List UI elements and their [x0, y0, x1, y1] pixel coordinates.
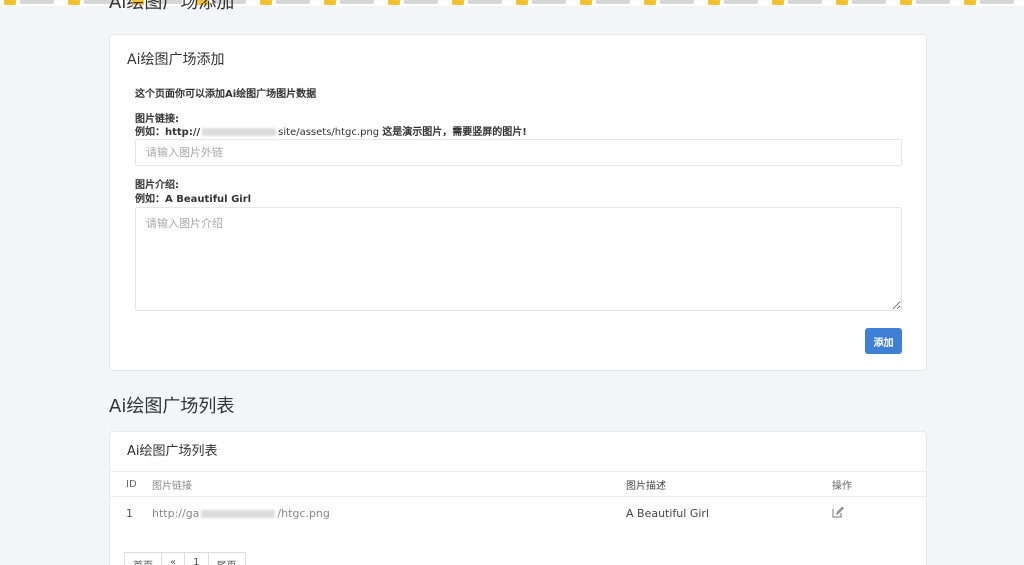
- folder-icon: [4, 0, 16, 5]
- image-table: ID 图片链接 图片描述 操作 1 http://ga/htgc.png A B…: [110, 473, 926, 530]
- table-header-row: ID 图片链接 图片描述 操作: [110, 473, 926, 497]
- redacted-text: [201, 509, 276, 518]
- bookmark-item[interactable]: [580, 0, 630, 6]
- column-header-url: 图片链接: [152, 473, 626, 497]
- redacted-text: [202, 128, 277, 136]
- list-card: Ai绘图广场列表 ID 图片链接 图片描述 操作 1 http://ga/htg…: [109, 431, 927, 565]
- url-example-prefix: 例如：http://: [135, 127, 201, 138]
- pagination-page-1[interactable]: 1: [184, 552, 209, 565]
- image-intro-textarea[interactable]: [135, 207, 902, 311]
- folder-icon: [260, 0, 272, 5]
- add-description: 这个页面你可以添加Ai绘图广场图片数据: [135, 89, 317, 100]
- bookmark-item[interactable]: [324, 0, 374, 6]
- folder-icon: [68, 0, 80, 5]
- cell-url-suffix: /htgc.png: [277, 506, 330, 520]
- list-section-title: Ai绘图广场列表: [109, 396, 235, 417]
- table-row: 1 http://ga/htgc.png A Beautiful Girl: [110, 496, 926, 530]
- bookmark-item[interactable]: [900, 0, 950, 6]
- pagination-first[interactable]: 首页: [124, 552, 162, 565]
- edit-icon[interactable]: [832, 506, 844, 518]
- add-card-header: Ai绘图广场添加: [127, 52, 225, 68]
- bookmark-item[interactable]: [772, 0, 822, 6]
- folder-icon: [836, 0, 848, 5]
- url-example-suffix: site/assets/htgc.png: [278, 127, 380, 138]
- bookmark-item[interactable]: [964, 0, 1014, 6]
- bookmark-item[interactable]: [4, 0, 54, 6]
- bookmark-item[interactable]: [516, 0, 566, 6]
- column-header-desc: 图片描述: [626, 473, 832, 497]
- folder-icon: [580, 0, 592, 5]
- bookmark-item[interactable]: [708, 0, 758, 6]
- folder-icon: [388, 0, 400, 5]
- pagination-last[interactable]: 尾页: [207, 552, 246, 565]
- list-card-header: Ai绘图广场列表: [110, 432, 926, 472]
- bookmark-item[interactable]: [452, 0, 502, 6]
- column-header-actions: 操作: [832, 473, 926, 497]
- bookmark-item[interactable]: [260, 0, 310, 6]
- folder-icon: [708, 0, 720, 5]
- folder-icon: [964, 0, 976, 5]
- bookmark-item[interactable]: [836, 0, 886, 6]
- page-section-title-add: Ai绘图广场添加: [109, 0, 235, 13]
- cell-actions: [832, 496, 926, 530]
- intro-example: 例如：A Beautiful Girl: [135, 194, 252, 205]
- url-example: 例如：http:// site/assets/htgc.png 这是演示图片，需要…: [135, 123, 527, 138]
- folder-icon: [452, 0, 464, 5]
- pagination: 首页 « 1 尾页: [124, 552, 246, 565]
- folder-icon: [772, 0, 784, 5]
- column-header-id: ID: [110, 473, 152, 497]
- folder-icon: [324, 0, 336, 5]
- pagination-prev[interactable]: «: [161, 552, 186, 565]
- cell-url-prefix: http://ga: [152, 506, 200, 520]
- cell-url: http://ga/htgc.png: [152, 496, 626, 530]
- folder-icon: [900, 0, 912, 5]
- cell-id: 1: [126, 506, 133, 520]
- bookmark-item[interactable]: [644, 0, 694, 6]
- folder-icon: [644, 0, 656, 5]
- bookmark-item[interactable]: [388, 0, 438, 6]
- url-example-note: 这是演示图片，需要竖屏的图片!: [382, 127, 527, 138]
- intro-label: 图片介绍:: [135, 180, 179, 191]
- add-button[interactable]: 添加: [865, 328, 902, 354]
- image-url-input[interactable]: [135, 139, 902, 166]
- cell-desc: A Beautiful Girl: [626, 506, 709, 520]
- folder-icon: [516, 0, 528, 5]
- add-card: Ai绘图广场添加 这个页面你可以添加Ai绘图广场图片数据 图片链接: 例如：ht…: [109, 34, 927, 371]
